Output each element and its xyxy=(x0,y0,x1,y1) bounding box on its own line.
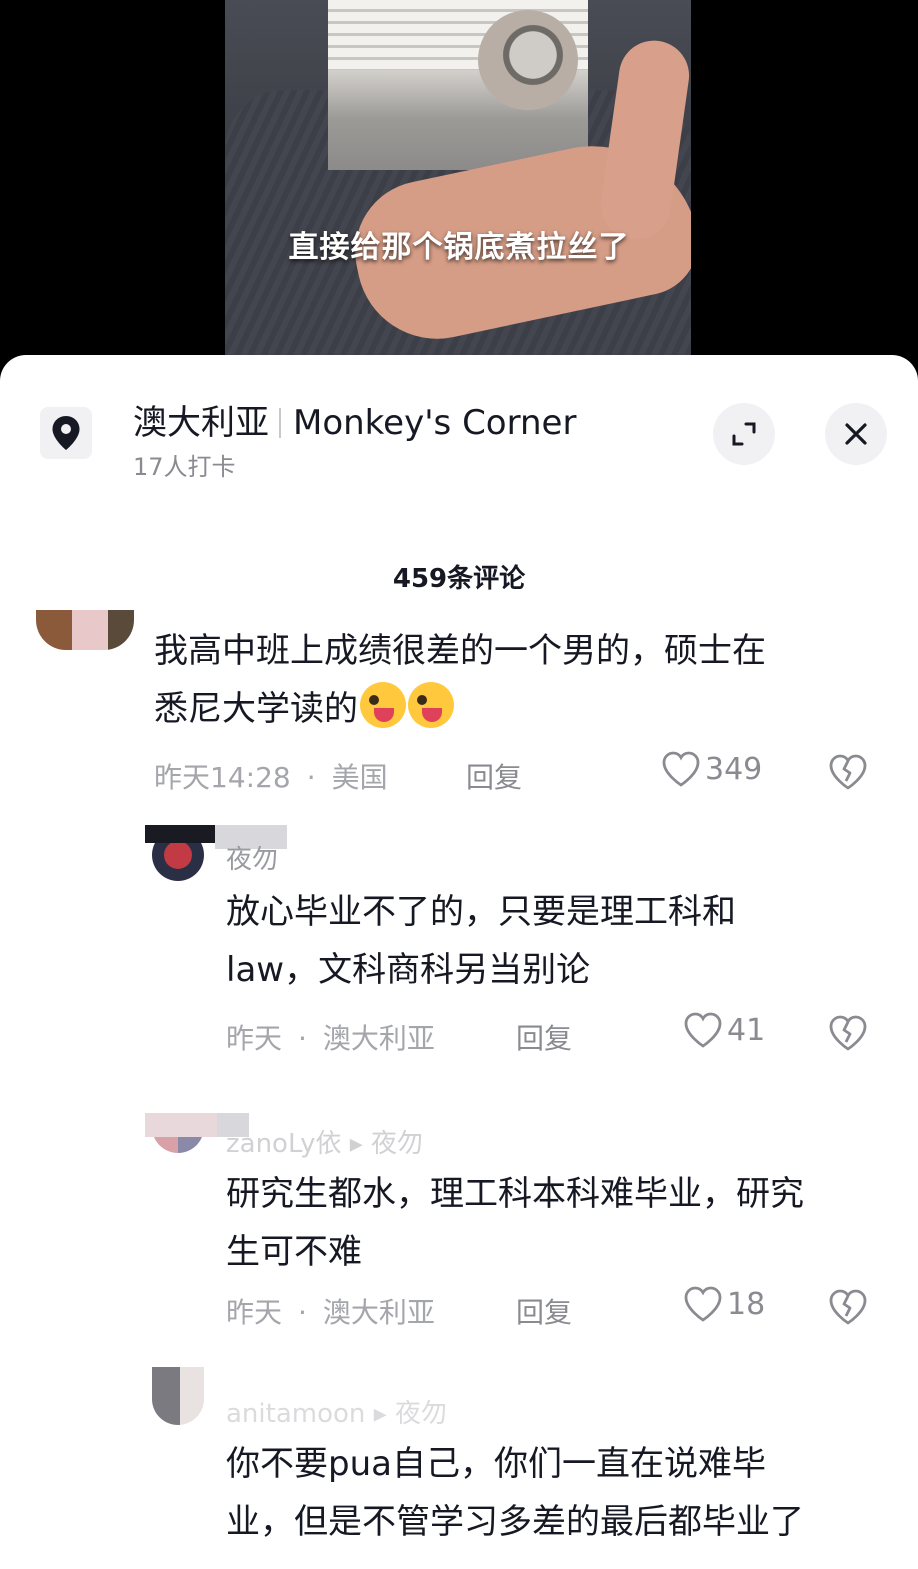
reply-button[interactable]: 回复 xyxy=(516,1291,572,1331)
close-button[interactable] xyxy=(825,403,887,465)
comment-text-line: 你不要pua自己，你们一直在说难毕 xyxy=(226,1444,766,1484)
heart-icon xyxy=(684,1012,722,1048)
comment-text: 你不要pua自己，你们一直在说难毕 业，但是不管学习多差的最后都毕业了 xyxy=(226,1435,804,1551)
comments-sheet: 澳大利亚 Monkey's Corner 17人打卡 459条评论 我高中班上成绩… xyxy=(0,355,918,1569)
comment-region: 澳大利亚 xyxy=(322,1022,435,1055)
like-count: 41 xyxy=(727,1012,766,1048)
location-pin-icon[interactable] xyxy=(40,407,92,459)
location-title[interactable]: 澳大利亚 Monkey's Corner xyxy=(133,395,576,444)
reply-button[interactable]: 回复 xyxy=(466,756,522,796)
dislike-button[interactable] xyxy=(828,1288,868,1330)
like-button[interactable]: 41 xyxy=(683,1011,765,1049)
like-button[interactable]: 18 xyxy=(683,1285,765,1323)
comment-region: 美国 xyxy=(331,761,388,794)
comment-region: 澳大利亚 xyxy=(322,1296,435,1329)
location-region: 澳大利亚 xyxy=(133,403,269,443)
video-frame xyxy=(225,0,691,400)
title-divider xyxy=(279,408,281,438)
broken-heart-icon xyxy=(829,1289,867,1325)
comment-text-line: 生可不难 xyxy=(226,1232,362,1272)
dislike-button[interactable] xyxy=(828,753,868,795)
like-count: 18 xyxy=(727,1286,766,1322)
comment-text-line: 放心毕业不了的，只要是理工科和 xyxy=(226,892,736,932)
reply-button[interactable]: 回复 xyxy=(516,1017,572,1057)
comment-text-line: 研究生都水，理工科本科难毕业，研究 xyxy=(226,1174,804,1214)
comment-text-line: law，文科商科另当别论 xyxy=(226,950,591,990)
cooking-pot xyxy=(478,10,578,110)
expand-icon xyxy=(732,422,756,446)
avatar-mosaic xyxy=(180,1367,204,1425)
avatar-mosaic xyxy=(72,610,108,650)
broken-heart-icon xyxy=(829,1015,867,1051)
comment-meta: 昨天 · 澳大利亚 xyxy=(226,1296,435,1329)
username-mosaic xyxy=(145,1113,217,1137)
heart-icon xyxy=(662,751,700,787)
heart-icon xyxy=(684,1286,722,1322)
comment-username[interactable]: 夜勿 xyxy=(226,839,278,876)
comment-meta: 昨天 · 澳大利亚 xyxy=(226,1022,435,1055)
dislike-button[interactable] xyxy=(828,1014,868,1056)
avatar-mosaic xyxy=(152,1367,180,1425)
comment-text-line: 我高中班上成绩很差的一个男的，硕士在 xyxy=(154,631,766,671)
comment-text: 我高中班上成绩很差的一个男的，硕士在 悉尼大学读的 xyxy=(154,622,766,738)
video-caption: 直接给那个锅底煮拉丝了 xyxy=(288,230,630,265)
comment-time: 昨天 xyxy=(226,1296,283,1329)
location-checkins: 17人打卡 xyxy=(133,453,236,481)
comment-text-line-2: 悉尼大学读的 xyxy=(154,689,358,729)
avatar[interactable] xyxy=(36,610,134,650)
wink-tongue-emoji xyxy=(360,682,406,728)
broken-heart-icon xyxy=(829,754,867,790)
comment-text: 放心毕业不了的，只要是理工科和 law，文科商科另当别论 xyxy=(226,883,736,999)
expand-button[interactable] xyxy=(713,403,775,465)
comment-text-line: 悉尼大学读的 xyxy=(154,680,766,738)
avatar-mosaic xyxy=(36,610,72,650)
avatar[interactable] xyxy=(152,1367,204,1425)
like-count: 349 xyxy=(705,751,763,787)
username-mosaic xyxy=(145,825,215,843)
comment-time: 昨天14:28 xyxy=(154,761,291,794)
video-inset-clip xyxy=(328,0,588,170)
comment-count: 459条评论 xyxy=(392,564,526,594)
comment-username[interactable]: anitamoon ▸ 夜勿 xyxy=(226,1393,447,1430)
comment-username[interactable]: zanoLy依 ▸ 夜勿 xyxy=(226,1123,423,1160)
avatar-mosaic xyxy=(164,841,192,869)
avatar-mosaic xyxy=(108,610,134,650)
like-button[interactable]: 349 xyxy=(661,750,762,788)
wink-tongue-emoji xyxy=(408,682,454,728)
comment-meta: 昨天14:28 · 美国 xyxy=(154,761,388,794)
location-place: Monkey's Corner xyxy=(293,403,577,443)
close-icon xyxy=(845,423,867,445)
comment-text: 研究生都水，理工科本科难毕业，研究 生可不难 xyxy=(226,1165,804,1281)
comment-time: 昨天 xyxy=(226,1022,283,1055)
video-player[interactable]: 直接给那个锅底煮拉丝了 xyxy=(0,0,918,400)
comment-text-line: 业，但是不管学习多差的最后都毕业了 xyxy=(226,1502,804,1542)
